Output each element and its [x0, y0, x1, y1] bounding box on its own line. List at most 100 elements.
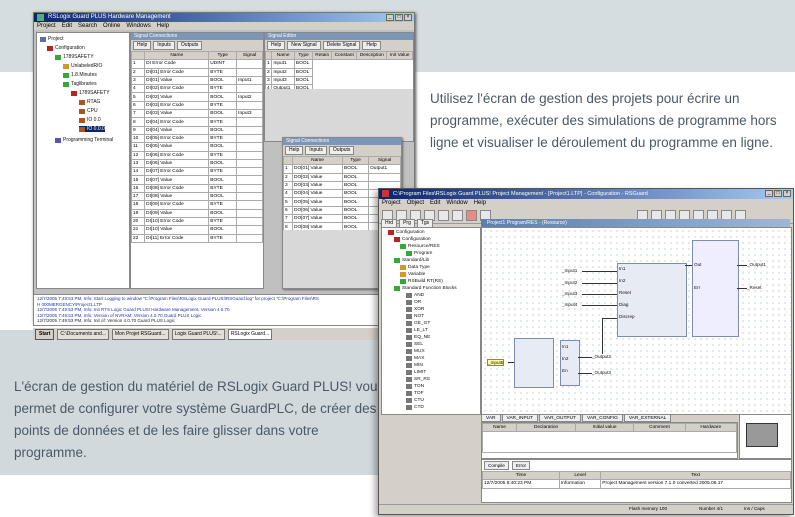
table-row[interactable]: 11 DI[05] Value BOOL [131, 142, 263, 152]
editor-column-header[interactable]: Name [271, 50, 295, 61]
table-row[interactable]: 1 Input1 BOOL [265, 59, 413, 69]
tab-var-config[interactable]: VAR_CONFIG [582, 414, 623, 422]
menu-object[interactable]: Object [407, 199, 424, 207]
tree-item[interactable]: NOT [406, 314, 424, 319]
tree-item[interactable]: CTD [406, 405, 424, 410]
signal-label[interactable]: _Input4 [562, 302, 577, 307]
tab-help[interactable]: Help [267, 41, 286, 50]
overview-viewport[interactable] [746, 423, 778, 447]
tab-help[interactable]: Help [133, 41, 152, 50]
variable-column-header[interactable]: Hardware [684, 422, 738, 433]
output-column-header[interactable]: Type [342, 155, 370, 166]
editor-column-header[interactable]: Retain [312, 50, 333, 61]
menu-project[interactable]: Project [382, 199, 401, 207]
table-row[interactable]: 4 DI[02] Error Code BYTE [131, 84, 263, 94]
tab-outputs[interactable]: Outputs [328, 146, 355, 155]
signals-column-header[interactable]: Type [208, 50, 238, 61]
table-row[interactable]: 19 DI[09] Value BOOL [131, 208, 263, 218]
message-column-header[interactable]: Text [600, 470, 791, 481]
menu-window[interactable]: Window [446, 199, 467, 207]
tab-error[interactable]: Error [511, 461, 531, 470]
tab-help[interactable]: Help [362, 41, 381, 50]
table-row[interactable]: 10 DI[05] Error Code BYTE [131, 133, 263, 144]
tree-item[interactable]: Taglibraries [63, 81, 97, 87]
table-row[interactable]: 2 DO[02] Value BOOL [283, 172, 401, 182]
variable-column-header[interactable]: Comment [633, 422, 686, 433]
table-row[interactable]: 22 DI[11] Error Code BYTE [131, 233, 263, 243]
message-column-header[interactable]: Level [558, 470, 602, 481]
tree-item-selected[interactable]: IO 0.0.0 [79, 126, 105, 132]
signals-column-header[interactable]: Name [144, 50, 210, 61]
close-button[interactable]: × [783, 190, 791, 197]
table-row[interactable]: 9 DI[04] Value BOOL [131, 125, 263, 135]
variable-column-header[interactable]: Name [481, 422, 518, 433]
tree-item[interactable]: Standard Function Blocks [394, 286, 457, 291]
tree-item[interactable]: 1789SAFETY [55, 54, 94, 60]
menu-online[interactable]: Online [103, 22, 120, 30]
signals-column-header[interactable]: Signal [236, 50, 263, 61]
tree-item[interactable]: UnlabeledRIO [63, 63, 102, 69]
tab-help[interactable]: Help [285, 146, 304, 155]
table-row[interactable]: 8 DI[04] Error Code BYTE [131, 117, 263, 127]
tab-var-input[interactable]: VAR_INPUT [501, 414, 539, 422]
table-row[interactable]: 2 Input2 BOOL [265, 67, 413, 77]
tree-item[interactable]: Project [40, 36, 64, 42]
tree-item[interactable]: MAX [406, 356, 424, 361]
tree-item[interactable]: CTU [406, 398, 424, 403]
tree-item[interactable]: Configuration [394, 237, 431, 242]
tree-item[interactable]: Data Type [400, 265, 430, 270]
tree-item[interactable]: TOF [406, 391, 424, 396]
tree-item[interactable]: MUX [406, 349, 425, 354]
tree-item[interactable]: IO 0.0 [79, 117, 101, 123]
minimize-button[interactable]: _ [386, 14, 394, 21]
menu-search[interactable]: Search [78, 22, 97, 30]
tree-item[interactable]: MIN [406, 363, 423, 368]
close-button[interactable]: × [404, 14, 412, 21]
taskbar-item[interactable]: Logix Guard PLUS!... [171, 328, 225, 340]
signal-label[interactable]: _Input5 [487, 359, 505, 366]
function-block-small[interactable] [514, 338, 554, 388]
tab-delete-signal[interactable]: Delete Signal [322, 41, 361, 50]
table-row[interactable]: 21 DI[10] Value BOOL [131, 225, 263, 235]
tree-item[interactable]: SEL [406, 342, 423, 347]
tree-item[interactable]: 1.8.Minutes [63, 72, 97, 78]
stop-icon[interactable] [466, 209, 477, 221]
taskbar-item[interactable]: Mon Projet RSGuard... [111, 328, 169, 340]
minimize-button[interactable]: _ [765, 190, 773, 197]
tree-item[interactable]: OR [406, 300, 421, 305]
tab-outputs[interactable]: Outputs [176, 41, 203, 50]
signal-label[interactable]: _Output1 [747, 262, 766, 267]
table-row[interactable]: 3 DI[01] Value BOOL Input1 [131, 75, 263, 86]
hardware-icon[interactable] [452, 209, 463, 221]
menu-edit[interactable]: Edit [430, 199, 440, 207]
table-row[interactable]: 13 DI[06] Value BOOL [131, 158, 263, 169]
tree-item[interactable]: AND [406, 293, 424, 298]
tree-item[interactable]: SR_RS [406, 377, 430, 382]
tree-item[interactable]: LIMIT [406, 370, 426, 375]
output-column-header[interactable]: Name [292, 155, 344, 166]
table-row[interactable]: 14 DI[07] Error Code BYTE [131, 167, 263, 177]
menu-windows[interactable]: Windows [126, 22, 150, 30]
editor-column-header[interactable]: Type [293, 50, 314, 61]
message-column-header[interactable]: Time [482, 470, 560, 481]
menu-help[interactable]: Help [157, 22, 169, 30]
message-row[interactable]: 12/7/2005 8:40:23 PM Information Project M… [482, 479, 791, 489]
taskbar-item[interactable]: C:\Documents and... [57, 328, 109, 340]
tab-inputs[interactable]: Inputs [153, 41, 175, 50]
editor-column-header[interactable]: Init Value [386, 50, 413, 61]
signal-label[interactable]: _Input3 [562, 291, 577, 296]
tab-var-external[interactable]: VAR_EXTERNAL [623, 414, 672, 422]
signal-label[interactable]: _Input1 [562, 268, 577, 273]
menu-project[interactable]: Project [37, 22, 56, 30]
tab-compile[interactable]: Compile [484, 461, 509, 470]
table-row[interactable]: 7 DI[03] Value BOOL Input3 [131, 109, 263, 119]
tree-item[interactable]: CPU [79, 108, 98, 114]
table-row[interactable]: 5 DI[02] Value BOOL Input2 [131, 92, 263, 102]
table-row[interactable]: 15 DI[07] Value BOOL [131, 175, 263, 185]
tree-item[interactable]: Configuration [388, 230, 425, 235]
layout-icon[interactable] [438, 209, 449, 221]
table-row[interactable]: 6 DI[03] Error Code BYTE [131, 100, 263, 111]
signal-label[interactable]: _Reset [747, 285, 762, 290]
table-row[interactable]: 2 DI[01] Error Code BYTE [131, 67, 263, 77]
table-row[interactable]: 1 DI Error Code UDINT [131, 59, 263, 69]
